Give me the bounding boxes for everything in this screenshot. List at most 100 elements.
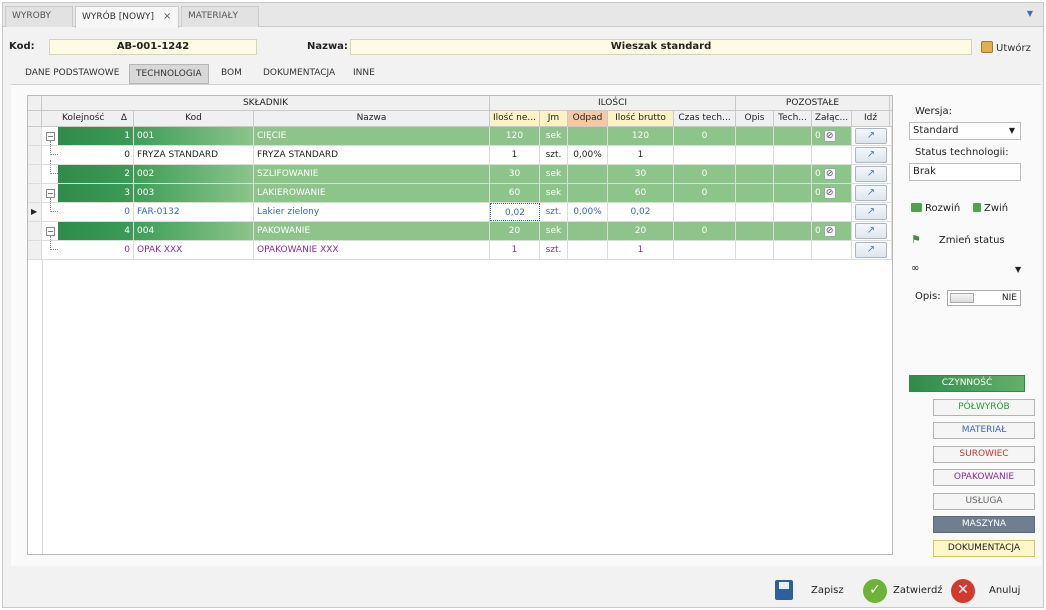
- table-row[interactable]: 0 FRYZA STANDARD FRYZA STANDARD 1 szt. 0…: [28, 141, 892, 165]
- opis-cell[interactable]: [736, 184, 774, 202]
- odpad-cell[interactable]: 0,00%: [568, 146, 608, 164]
- ilosc-brutto-cell[interactable]: 0,02: [608, 203, 674, 221]
- ilosc-netto-cell[interactable]: 20: [490, 222, 540, 240]
- nazwa-cell[interactable]: FRYZA STANDARD: [254, 146, 490, 164]
- odpad-cell[interactable]: [568, 127, 608, 145]
- odpad-cell[interactable]: [568, 222, 608, 240]
- ilosc-netto-cell[interactable]: 60: [490, 184, 540, 202]
- nazwa-cell[interactable]: LAKIEROWANIE: [254, 184, 490, 202]
- jm-cell[interactable]: szt.: [540, 241, 568, 259]
- col-jm[interactable]: Jm: [540, 111, 568, 126]
- jm-cell[interactable]: sek: [540, 127, 568, 145]
- kod-cell[interactable]: FAR-0132: [134, 203, 254, 221]
- czas-cell[interactable]: 0: [674, 184, 736, 202]
- collapse-icon[interactable]: −: [46, 227, 55, 236]
- ilosc-brutto-cell[interactable]: 120: [608, 127, 674, 145]
- col-ilosc-netto[interactable]: Ilość ne...: [490, 111, 540, 126]
- kod-cell[interactable]: FRYZA STANDARD: [134, 146, 254, 164]
- paperclip-icon[interactable]: ⊘: [823, 225, 836, 237]
- tech-cell[interactable]: [774, 127, 812, 145]
- jm-cell[interactable]: szt.: [540, 146, 568, 164]
- tab-bom[interactable]: BOM: [215, 64, 248, 84]
- nazwa-cell[interactable]: PAKOWANIE: [254, 222, 490, 240]
- tech-cell[interactable]: [774, 203, 812, 221]
- kod-cell[interactable]: 004: [134, 222, 254, 240]
- opis-cell[interactable]: [736, 127, 774, 145]
- czas-cell[interactable]: 0: [674, 222, 736, 240]
- goto-arrow-icon[interactable]: ↗: [855, 185, 887, 201]
- collapse-icon[interactable]: −: [46, 132, 55, 141]
- nazwa-cell[interactable]: Lakier zielony: [254, 203, 490, 221]
- tab-dokumentacja[interactable]: DOKUMENTACJA: [257, 64, 341, 84]
- opis-cell[interactable]: [736, 146, 774, 164]
- status-field[interactable]: Brak: [909, 163, 1021, 181]
- kod-field[interactable]: AB-001-1242: [49, 39, 257, 55]
- utworz-button[interactable]: Utwórz: [981, 41, 1031, 54]
- ilosc-brutto-cell[interactable]: 1: [608, 146, 674, 164]
- anuluj-button[interactable]: Anuluj: [989, 585, 1020, 596]
- col-czas[interactable]: Czas tech...: [674, 111, 736, 126]
- opis-toggle[interactable]: NIE: [947, 290, 1021, 306]
- zwin-button[interactable]: Zwiń: [973, 203, 1008, 214]
- col-kod[interactable]: Kod: [134, 111, 254, 126]
- kolejnosc-cell[interactable]: 0: [58, 241, 134, 259]
- ilosc-netto-cell[interactable]: 30: [490, 165, 540, 183]
- wersja-select[interactable]: Standard ▼: [909, 122, 1021, 140]
- table-row[interactable]: − 1 001 CIĘCIE 120 sek 120 0 0 ⊘ ↗: [28, 127, 892, 146]
- tech-cell[interactable]: [774, 184, 812, 202]
- tab-dane-podstawowe[interactable]: DANE PODSTAWOWE: [19, 64, 125, 84]
- col-zal[interactable]: Załąc...: [812, 111, 852, 126]
- kolejnosc-cell[interactable]: 4: [58, 222, 134, 240]
- zal-cell[interactable]: 0 ⊘: [812, 127, 852, 145]
- zal-cell[interactable]: 0 ⊘: [812, 184, 852, 202]
- kod-cell[interactable]: 002: [134, 165, 254, 183]
- ilosc-netto-cell[interactable]: 1: [490, 241, 540, 259]
- table-row[interactable]: ▶ 0 FAR-0132 Lakier zielony 0,02 szt. 0,…: [28, 198, 892, 222]
- tabs-menu-chevron-icon[interactable]: ▼: [1027, 9, 1033, 18]
- table-row[interactable]: − 4 004 PAKOWANIE 20 sek 20 0 0 ⊘ ↗: [28, 222, 892, 241]
- opis-cell[interactable]: [736, 241, 774, 259]
- zal-cell[interactable]: 0 ⊘: [812, 222, 852, 240]
- table-row[interactable]: 2 002 SZLIFOWANIE 30 sek 30 0 0 ⊘ ↗: [28, 160, 892, 184]
- paperclip-icon[interactable]: ⊘: [823, 187, 836, 199]
- jm-cell[interactable]: sek: [540, 222, 568, 240]
- ilosc-netto-cell[interactable]: 1: [490, 146, 540, 164]
- kod-cell[interactable]: 003: [134, 184, 254, 202]
- search-binoculars-button[interactable]: ∞: [911, 263, 919, 274]
- tech-cell[interactable]: [774, 165, 812, 183]
- jm-cell[interactable]: szt.: [540, 203, 568, 221]
- nazwa-field[interactable]: Wieszak standard: [350, 39, 972, 55]
- kolejnosc-cell[interactable]: 2: [58, 165, 134, 183]
- tab-wyroby[interactable]: WYROBY: [5, 6, 73, 27]
- zapisz-button[interactable]: Zapisz: [811, 585, 844, 596]
- tab-wyrob-nowy[interactable]: WYRÓB [NOWY] ×: [75, 6, 179, 28]
- czas-cell[interactable]: [674, 203, 736, 221]
- goto-arrow-icon[interactable]: ↗: [855, 147, 887, 163]
- tab-materialy[interactable]: MATERIAŁY: [181, 6, 259, 27]
- kod-cell[interactable]: 001: [134, 127, 254, 145]
- czas-cell[interactable]: [674, 241, 736, 259]
- opis-cell[interactable]: [736, 222, 774, 240]
- zatwierdz-button[interactable]: Zatwierdź: [893, 585, 943, 596]
- czas-cell[interactable]: 0: [674, 165, 736, 183]
- czas-cell[interactable]: 0: [674, 127, 736, 145]
- nazwa-cell[interactable]: CIĘCIE: [254, 127, 490, 145]
- paperclip-icon[interactable]: ⊘: [823, 130, 836, 142]
- tech-cell[interactable]: [774, 146, 812, 164]
- jm-cell[interactable]: sek: [540, 184, 568, 202]
- kod-cell[interactable]: OPAK XXX: [134, 241, 254, 259]
- goto-arrow-icon[interactable]: ↗: [855, 128, 887, 144]
- collapse-icon[interactable]: −: [46, 189, 55, 198]
- zmien-status-button[interactable]: ⚑ Zmień status: [911, 233, 1005, 246]
- rozwin-button[interactable]: Rozwiń: [911, 203, 960, 214]
- col-nazwa[interactable]: Nazwa: [254, 111, 490, 126]
- col-kolejnosc[interactable]: Kolejność Δ: [42, 111, 134, 126]
- opis-cell[interactable]: [736, 203, 774, 221]
- nazwa-cell[interactable]: SZLIFOWANIE: [254, 165, 490, 183]
- zal-cell[interactable]: [812, 241, 852, 259]
- col-ilosc-brutto[interactable]: Ilość brutto: [608, 111, 674, 126]
- zal-cell[interactable]: [812, 203, 852, 221]
- odpad-cell[interactable]: [568, 184, 608, 202]
- ilosc-brutto-cell[interactable]: 1: [608, 241, 674, 259]
- table-row[interactable]: 0 OPAK XXX OPAKOWANIE XXX 1 szt. 1 ↗: [28, 236, 892, 260]
